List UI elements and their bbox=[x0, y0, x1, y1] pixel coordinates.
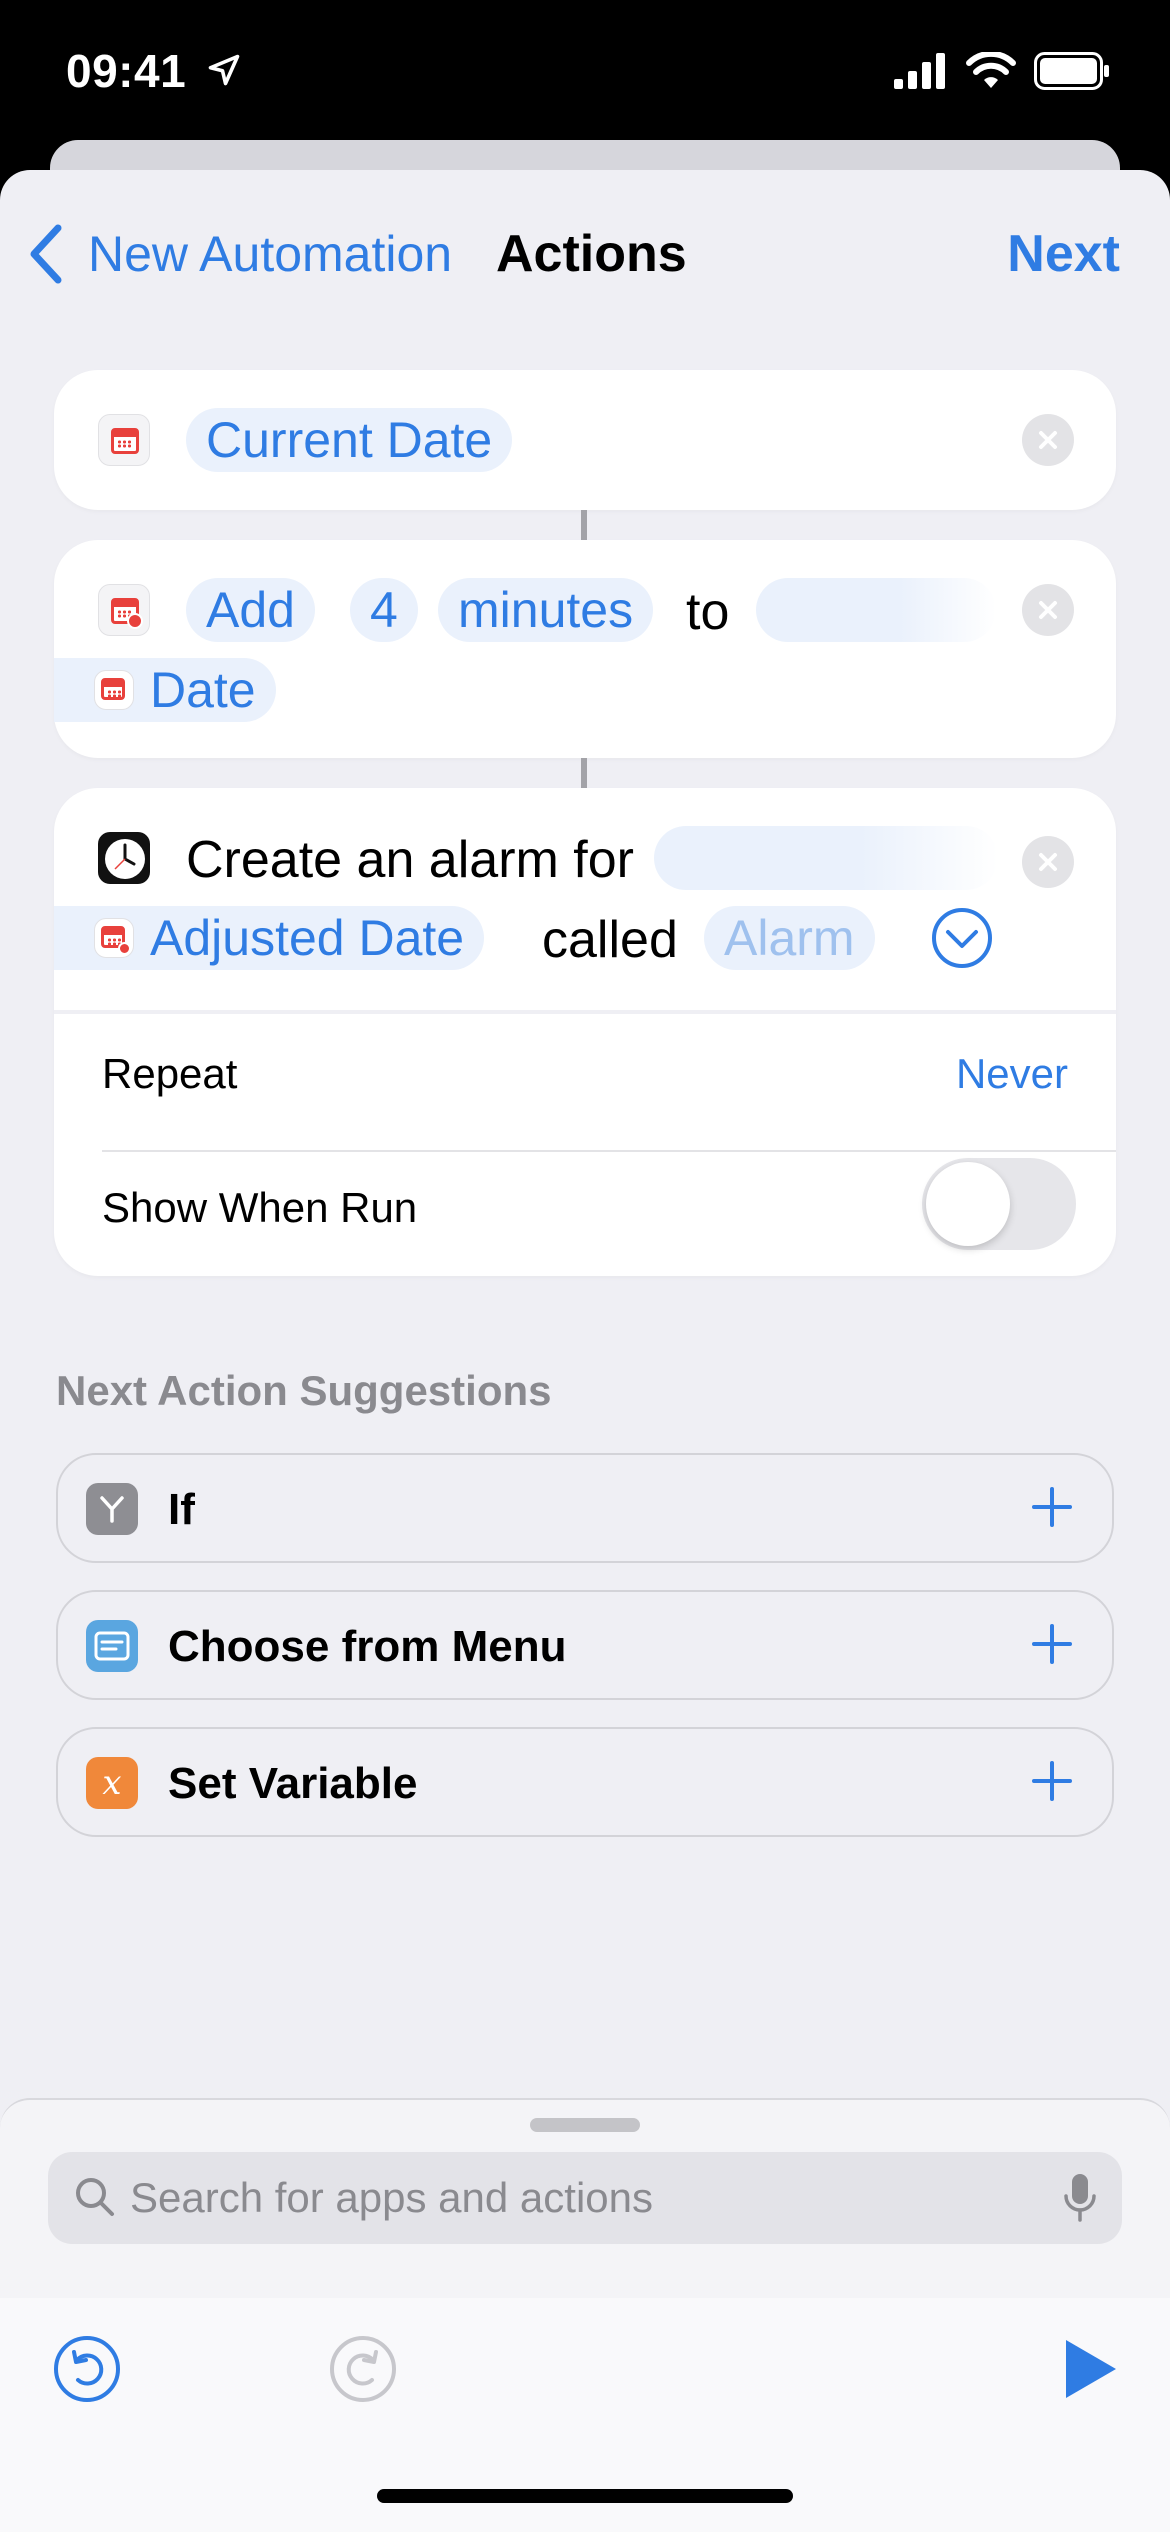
suggestion-label: If bbox=[168, 1485, 195, 1534]
show-when-run-toggle[interactable] bbox=[922, 1158, 1076, 1250]
date-variable-token[interactable]: Date bbox=[54, 658, 276, 722]
variable-icon: x bbox=[86, 1757, 138, 1809]
calendar-adjust-icon bbox=[98, 584, 150, 636]
status-bar: 09:41 bbox=[0, 0, 1170, 140]
empty-input-slot[interactable] bbox=[654, 826, 998, 890]
status-time: 09:41 bbox=[66, 45, 187, 97]
clock-app-icon bbox=[98, 832, 150, 884]
wifi-icon bbox=[966, 52, 1016, 88]
page-title: Actions bbox=[496, 225, 687, 283]
suggestion-label: Set Variable bbox=[168, 1759, 418, 1808]
row-divider bbox=[102, 1150, 1116, 1152]
called-text: called bbox=[542, 911, 678, 969]
suggestion-choose-from-menu[interactable]: Choose from Menu bbox=[56, 1590, 1114, 1700]
close-icon bbox=[1039, 431, 1057, 449]
add-icon[interactable] bbox=[1022, 1477, 1082, 1537]
operation-token[interactable]: Add bbox=[186, 578, 315, 642]
expand-chevron-icon[interactable] bbox=[930, 906, 994, 970]
close-icon bbox=[1039, 853, 1057, 871]
play-icon[interactable] bbox=[1062, 2336, 1120, 2402]
date-variable-label: Date bbox=[150, 662, 256, 718]
suggestion-if[interactable]: If bbox=[56, 1453, 1114, 1563]
search-placeholder: Search for apps and actions bbox=[130, 2174, 653, 2221]
action-connector bbox=[581, 758, 587, 788]
close-icon bbox=[1039, 601, 1057, 619]
branch-icon bbox=[86, 1483, 138, 1535]
section-divider bbox=[54, 1010, 1116, 1014]
action-create-alarm[interactable]: Create an alarm for Adjusted Date called… bbox=[54, 788, 1116, 1276]
calendar-adjust-icon bbox=[94, 918, 134, 958]
current-date-token[interactable]: Current Date bbox=[186, 408, 513, 472]
remove-action-button[interactable] bbox=[1022, 414, 1074, 466]
amount-token[interactable]: 4 bbox=[350, 578, 418, 642]
empty-input-slot[interactable] bbox=[756, 578, 996, 642]
clock-icon bbox=[105, 839, 145, 879]
cellular-signal-icon bbox=[894, 53, 945, 89]
search-field[interactable]: Search for apps and actions bbox=[48, 2152, 1122, 2244]
menu-icon bbox=[86, 1620, 138, 1672]
suggestion-set-variable[interactable]: x Set Variable bbox=[56, 1727, 1114, 1837]
back-button-label: New Automation bbox=[88, 226, 453, 282]
status-icons bbox=[894, 52, 1110, 90]
add-icon[interactable] bbox=[1022, 1614, 1082, 1674]
create-alarm-text: Create an alarm for bbox=[186, 831, 634, 889]
suggestion-label: Choose from Menu bbox=[168, 1622, 567, 1671]
show-when-run-label: Show When Run bbox=[102, 1184, 418, 1231]
add-icon[interactable] bbox=[1022, 1751, 1082, 1811]
undo-icon[interactable] bbox=[52, 2334, 122, 2404]
remove-action-button[interactable] bbox=[1022, 584, 1074, 636]
back-button[interactable]: New Automation bbox=[26, 224, 452, 284]
calendar-icon bbox=[94, 670, 134, 710]
connector-text: to bbox=[686, 583, 730, 641]
suggestions-title: Next Action Suggestions bbox=[56, 1367, 552, 1414]
repeat-value[interactable]: Never bbox=[956, 1050, 1068, 1098]
panel-grabber[interactable] bbox=[530, 2118, 640, 2132]
search-icon bbox=[76, 2178, 114, 2216]
location-arrow-icon bbox=[208, 54, 240, 86]
repeat-label: Repeat bbox=[102, 1050, 238, 1097]
next-button[interactable]: Next bbox=[1007, 224, 1120, 284]
battery-icon bbox=[1034, 52, 1109, 90]
adjusted-date-label: Adjusted Date bbox=[150, 910, 465, 966]
alarm-name-field[interactable]: Alarm bbox=[704, 906, 875, 970]
action-adjust-date[interactable]: Add 4 minutes to Date bbox=[54, 540, 1116, 758]
action-current-date[interactable]: Current Date bbox=[54, 370, 1116, 510]
redo-icon[interactable] bbox=[328, 2334, 398, 2404]
nav-bar: New Automation Actions Next bbox=[0, 170, 1170, 340]
chevron-left-icon bbox=[30, 224, 62, 284]
remove-action-button[interactable] bbox=[1022, 836, 1074, 888]
unit-token[interactable]: minutes bbox=[438, 578, 654, 642]
action-connector bbox=[581, 510, 587, 540]
home-indicator bbox=[377, 2489, 793, 2503]
calendar-icon bbox=[98, 414, 150, 466]
microphone-icon[interactable] bbox=[1060, 2170, 1100, 2226]
adjusted-date-token[interactable]: Adjusted Date bbox=[54, 906, 485, 970]
toggle-knob bbox=[926, 1162, 1010, 1246]
